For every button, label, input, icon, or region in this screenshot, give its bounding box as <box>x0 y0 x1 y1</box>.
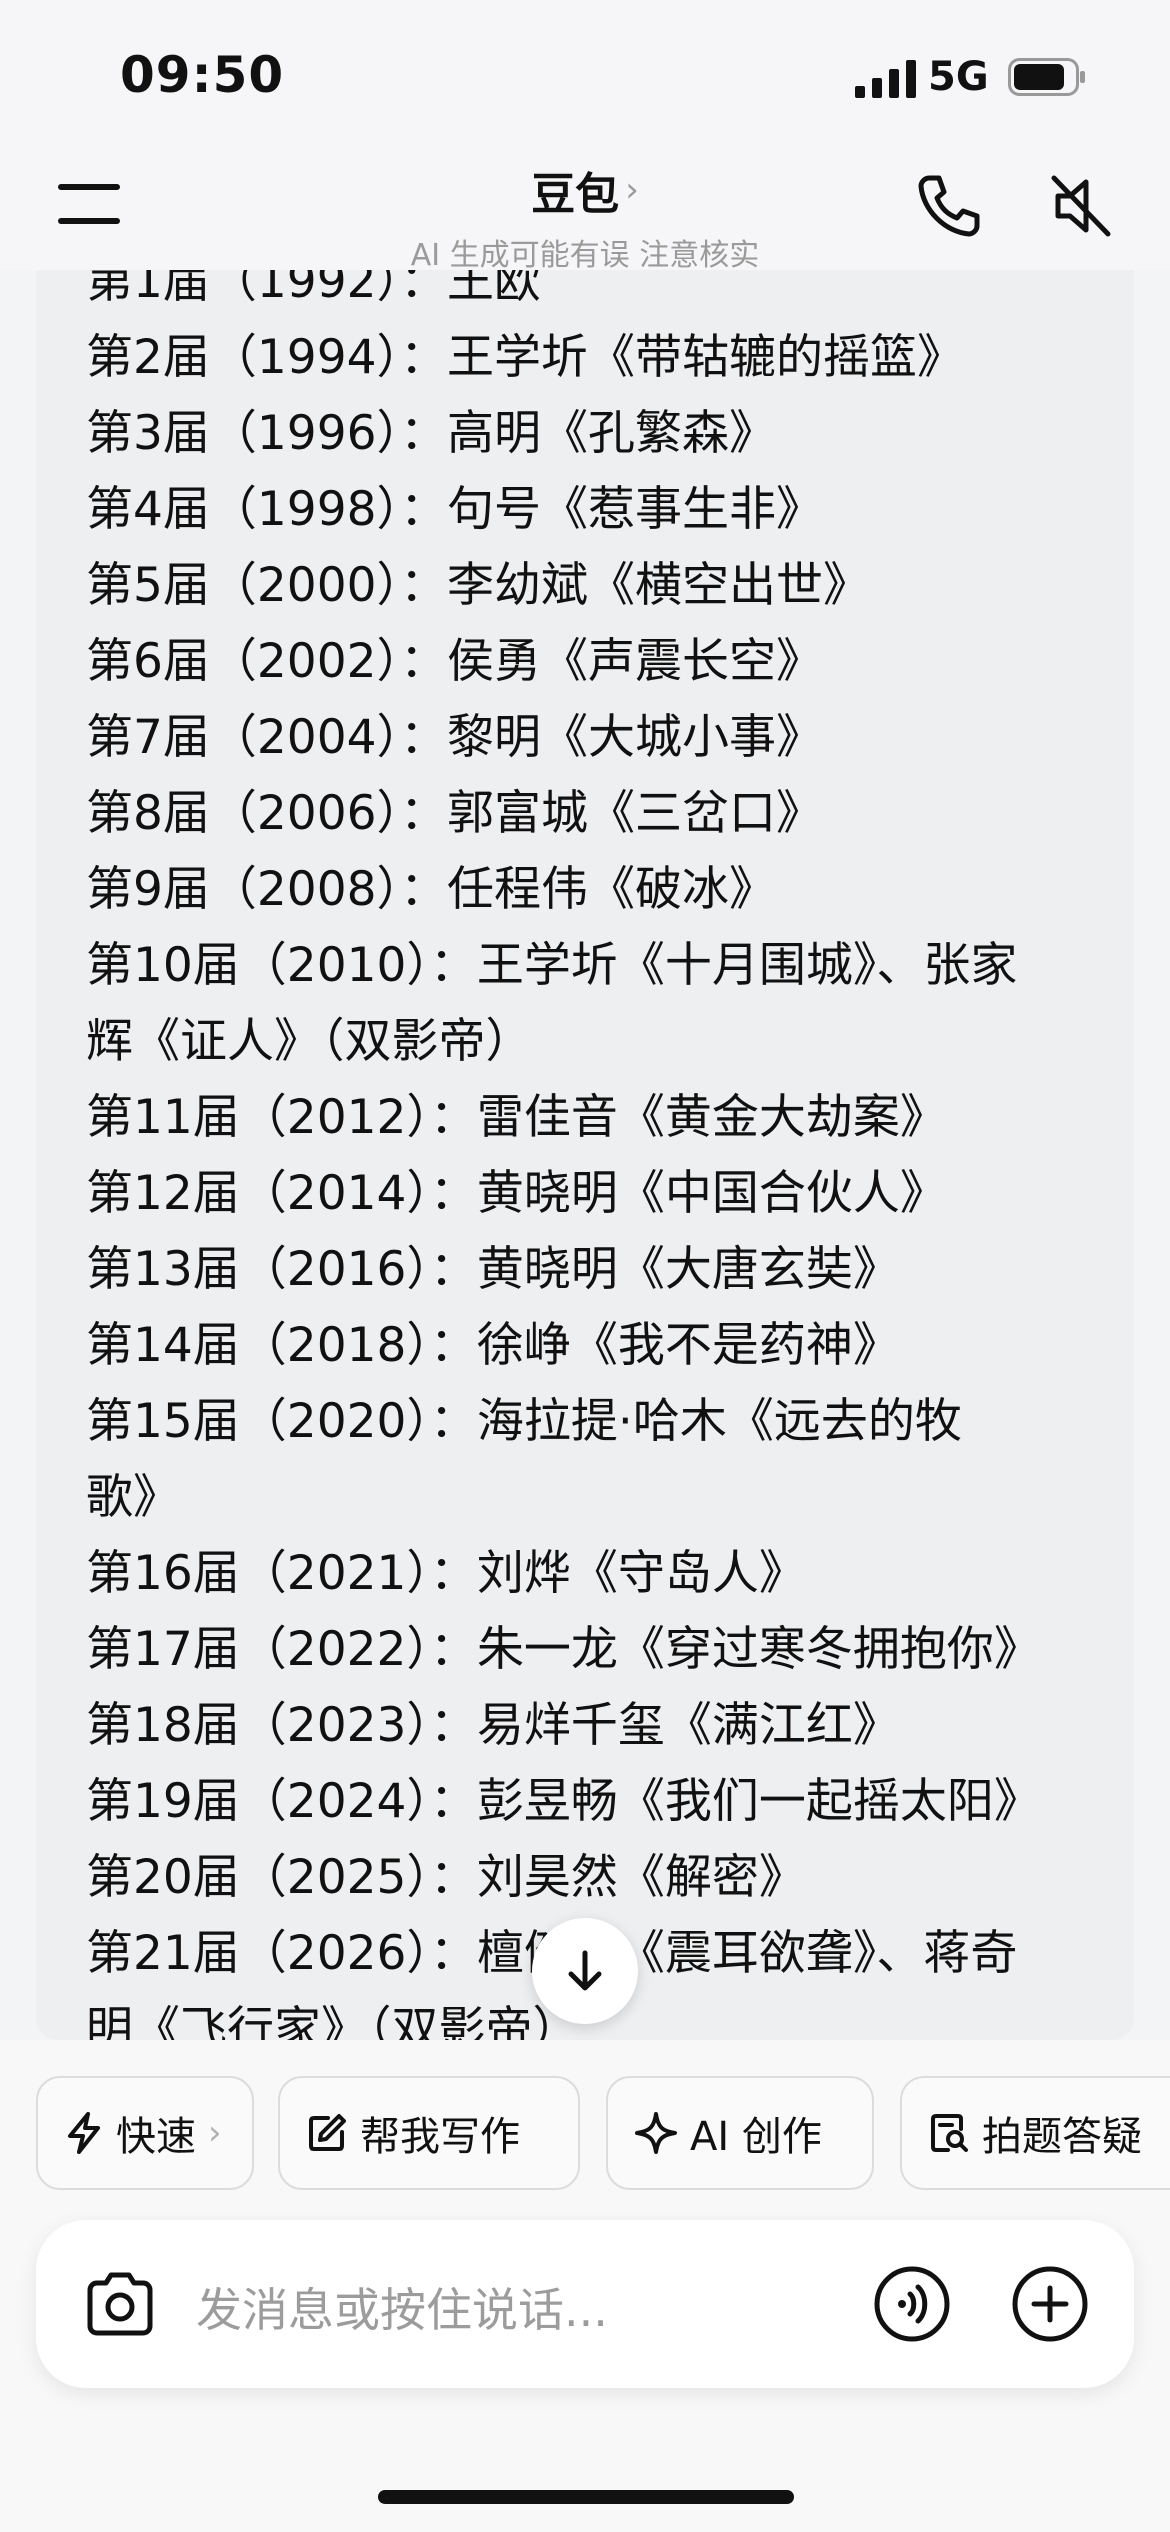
home-indicator <box>378 2490 794 2504</box>
chevron-right-icon: › <box>625 170 639 210</box>
edit-icon <box>309 2114 346 2151</box>
chip-writing[interactable]: 帮我写作 <box>278 2076 580 2190</box>
message-line: 第9届（2008）：任程伟《破冰》 <box>86 862 777 917</box>
signal-icon <box>855 60 916 98</box>
chip-fast[interactable]: 快速 › <box>36 2076 254 2190</box>
sparkle-icon <box>635 2112 677 2154</box>
message-line: 第13届（2016）：黄晓明《大唐玄奘》 <box>86 1242 900 1297</box>
message-line: 第15届（2020）：海拉提·哈木《远去的牧 <box>86 1394 962 1449</box>
chip-ai-create[interactable]: AI 创作 <box>606 2076 874 2190</box>
composer-area: 发消息或按住说话... <box>0 2220 1170 2532</box>
message-line: 第19届（2024）：彭昱畅《我们一起摇太阳》 <box>86 1774 1041 1829</box>
status-bar: 09:50 5G <box>0 0 1170 150</box>
message-line: 第3届（1996）：高明《孔繁森》 <box>86 406 777 461</box>
message-line: 第8届（2006）：郭富城《三岔口》 <box>86 786 824 841</box>
message-line: 第16届（2021）：刘烨《守岛人》 <box>86 1546 806 1601</box>
message-line: 第17届（2022）：朱一龙《穿过寒冬拥抱你》 <box>86 1622 1041 1677</box>
chat-title: 豆包 <box>531 169 620 220</box>
assistant-message-bubble: 第1届（1992）：王欧 第2届（1994）：王学圻《带轱辘的摇篮》 第3届（199… <box>36 190 1134 2040</box>
message-line: 第14届（2018）：徐峥《我不是药神》 <box>86 1318 900 1373</box>
chip-label: 拍题答疑 <box>982 2114 1142 2160</box>
message-input-placeholder[interactable]: 发消息或按住说话... <box>196 2274 608 2340</box>
scroll-to-bottom-button[interactable] <box>532 1918 638 2024</box>
message-line: 歌》 <box>86 1470 180 1525</box>
chip-label: 帮我写作 <box>360 2114 520 2160</box>
disclaimer-text: AI 生成可能有误 注意核实 <box>410 238 760 273</box>
battery-icon <box>1008 58 1085 96</box>
chip-photo-question[interactable]: 拍题答疑 <box>900 2076 1170 2190</box>
plus-icon[interactable] <box>1010 2264 1090 2344</box>
status-time: 09:50 <box>120 46 285 104</box>
message-line: 第12届（2014）：黄晓明《中国合伙人》 <box>86 1166 947 1221</box>
phone-icon[interactable] <box>915 172 983 240</box>
speaker-mute-icon[interactable] <box>1048 172 1116 240</box>
screen: 09:50 5G 豆包 › AI 生成可能有误 注意核实 第1届（1992）：王… <box>0 0 1170 2532</box>
message-input-bar[interactable]: 发消息或按住说话... <box>36 2220 1134 2388</box>
chevron-right-icon: › <box>208 2113 222 2153</box>
message-line: 第7届（2004）：黎明《大城小事》 <box>86 710 824 765</box>
arrow-down-icon <box>568 1950 602 1991</box>
message-line: 第5届（2000）：李幼斌《横空出世》 <box>86 558 871 613</box>
message-line: 第20届（2025）：刘昊然《解密》 <box>86 1850 806 1905</box>
voice-icon[interactable] <box>872 2264 952 2344</box>
message-line: 第6届（2002）：侯勇《声震长空》 <box>86 634 824 689</box>
network-label: 5G <box>928 54 989 100</box>
chip-label: AI 创作 <box>690 2114 822 2160</box>
message-text: 第1届（1992）：王欧 第2届（1994）：王学圻《带轱辘的摇篮》 第3届（199… <box>86 244 1116 2040</box>
camera-icon[interactable] <box>82 2266 158 2342</box>
lightning-icon <box>68 2112 100 2154</box>
chip-label: 快速 <box>116 2114 196 2160</box>
message-line: 第18届（2023）：易烊千玺《满江红》 <box>86 1698 900 1753</box>
message-line: 辉《证人》（双影帝） <box>86 1014 533 1069</box>
message-line: 第11届（2012）：雷佳音《黄金大劫案》 <box>86 1090 947 1145</box>
doc-search-icon <box>931 2114 968 2152</box>
message-line: 第2届（1994）：王学圻《带轱辘的摇篮》 <box>86 330 965 385</box>
message-line: 第4届（1998）：句号《惹事生非》 <box>86 482 824 537</box>
chat-header: 豆包 › AI 生成可能有误 注意核实 <box>0 150 1170 273</box>
message-line: 第10届（2010）：王学圻《十月围城》、张家 <box>86 938 1018 993</box>
title-area[interactable]: 豆包 › AI 生成可能有误 注意核实 <box>0 158 1170 274</box>
quick-actions-bar: 快速 › 帮我写作 AI 创作 拍题答疑 <box>0 2040 1170 2220</box>
